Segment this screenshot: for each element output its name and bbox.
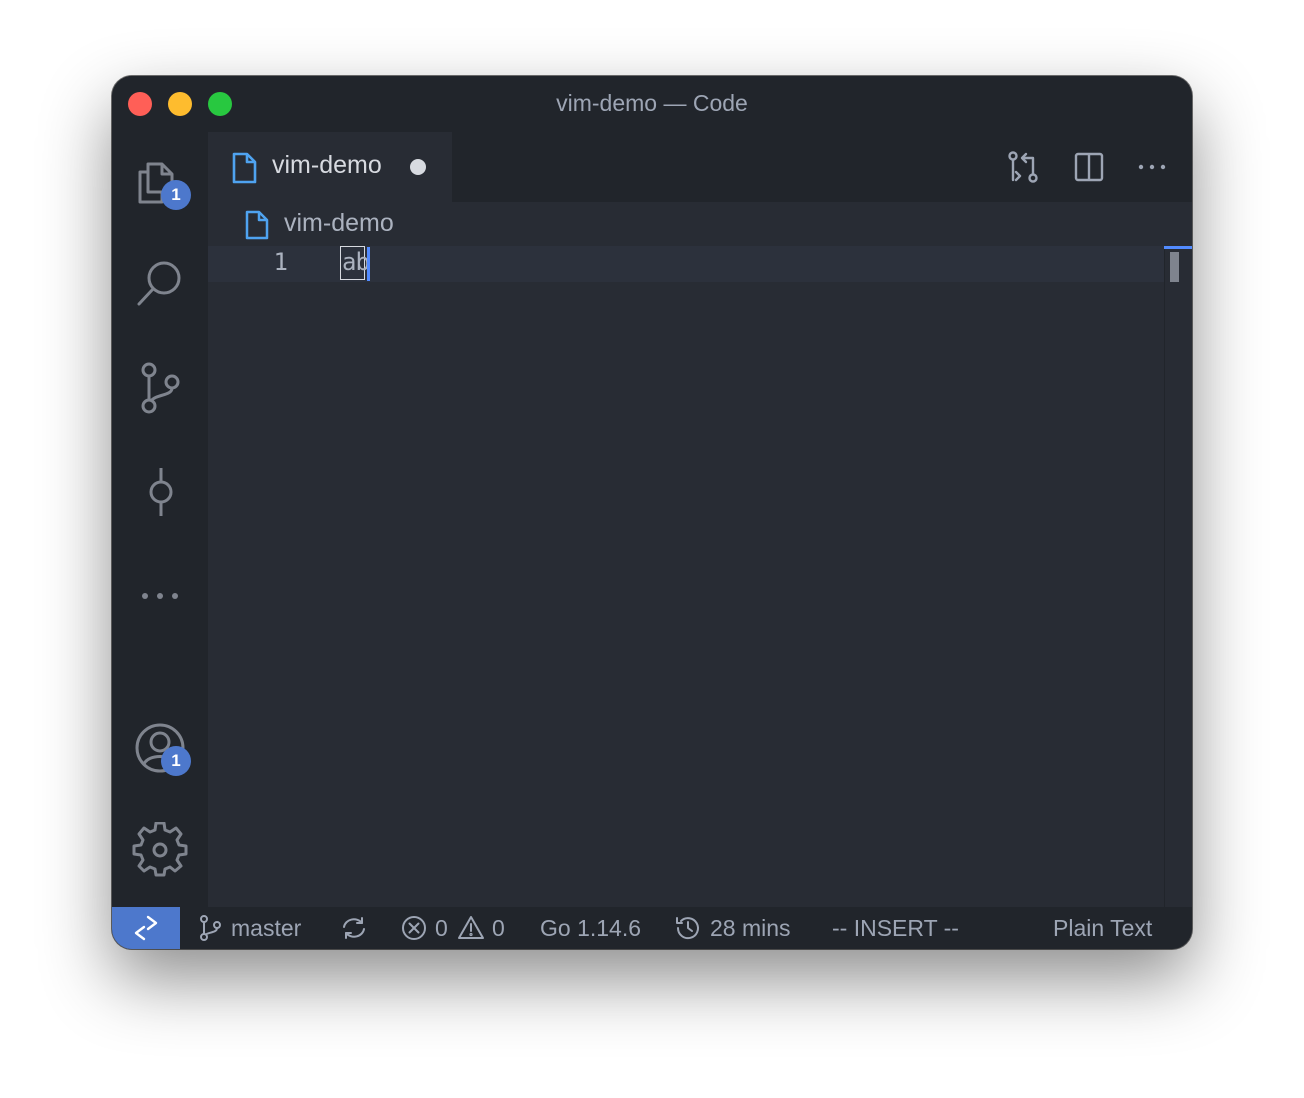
file-icon — [245, 210, 269, 240]
scrollbar-thumb[interactable] — [1170, 252, 1179, 282]
sync-icon[interactable] — [340, 914, 368, 942]
breadcrumb: vim-demo — [208, 202, 1192, 246]
text-cursor — [367, 247, 370, 281]
more-views-icon[interactable] — [132, 568, 188, 624]
source-control-icon[interactable] — [132, 360, 188, 416]
editor-area[interactable]: 1 ab — [208, 246, 1192, 907]
breadcrumb-item[interactable]: vim-demo — [284, 209, 394, 238]
vertical-scrollbar[interactable] — [1164, 246, 1192, 907]
time-tracked[interactable]: 28 mins — [710, 915, 791, 942]
explorer-badge: 1 — [161, 180, 191, 210]
error-count[interactable]: 0 — [435, 915, 448, 942]
remote-indicator-button[interactable] — [112, 907, 180, 949]
more-actions-icon[interactable] — [1135, 150, 1169, 184]
tab-vim-demo[interactable]: vim-demo — [208, 132, 452, 202]
split-editor-icon[interactable] — [1072, 150, 1106, 184]
vim-mode: -- INSERT -- — [832, 915, 959, 941]
line-number: 1 — [273, 248, 288, 276]
editor-tabs: vim-demo — [208, 132, 1192, 202]
activity-bar: 1 1 — [112, 132, 208, 907]
accounts-badge: 1 — [161, 746, 191, 776]
branch-icon — [196, 914, 224, 942]
error-icon — [400, 914, 428, 942]
tab-label: vim-demo — [272, 151, 382, 179]
branch-name[interactable]: master — [231, 915, 301, 942]
unsaved-changes-dot[interactable] — [410, 159, 426, 175]
line-text[interactable]: ab — [342, 248, 370, 276]
file-icon — [232, 152, 257, 184]
open-changes-icon[interactable] — [1006, 150, 1040, 184]
git-commit-icon[interactable] — [132, 464, 188, 520]
language-mode[interactable]: Plain Text — [1053, 915, 1152, 942]
status-bar: master 0 0 Go 1.14.6 28 mins -- INSERT -… — [112, 907, 1192, 949]
search-icon[interactable] — [132, 256, 188, 312]
remote-icon — [134, 915, 158, 941]
vscode-window: vim-demo — Code 1 1 vim-demo vim-demo 1 … — [112, 76, 1192, 949]
scrollbar-top-indicator — [1164, 246, 1192, 249]
warning-count[interactable]: 0 — [492, 915, 505, 942]
window-title: vim-demo — Code — [556, 90, 748, 116]
warning-icon — [457, 914, 485, 942]
title-bar: vim-demo — Code — [112, 76, 1192, 132]
gear-icon[interactable] — [132, 821, 188, 878]
history-icon — [674, 914, 702, 942]
go-version[interactable]: Go 1.14.6 — [540, 915, 641, 942]
